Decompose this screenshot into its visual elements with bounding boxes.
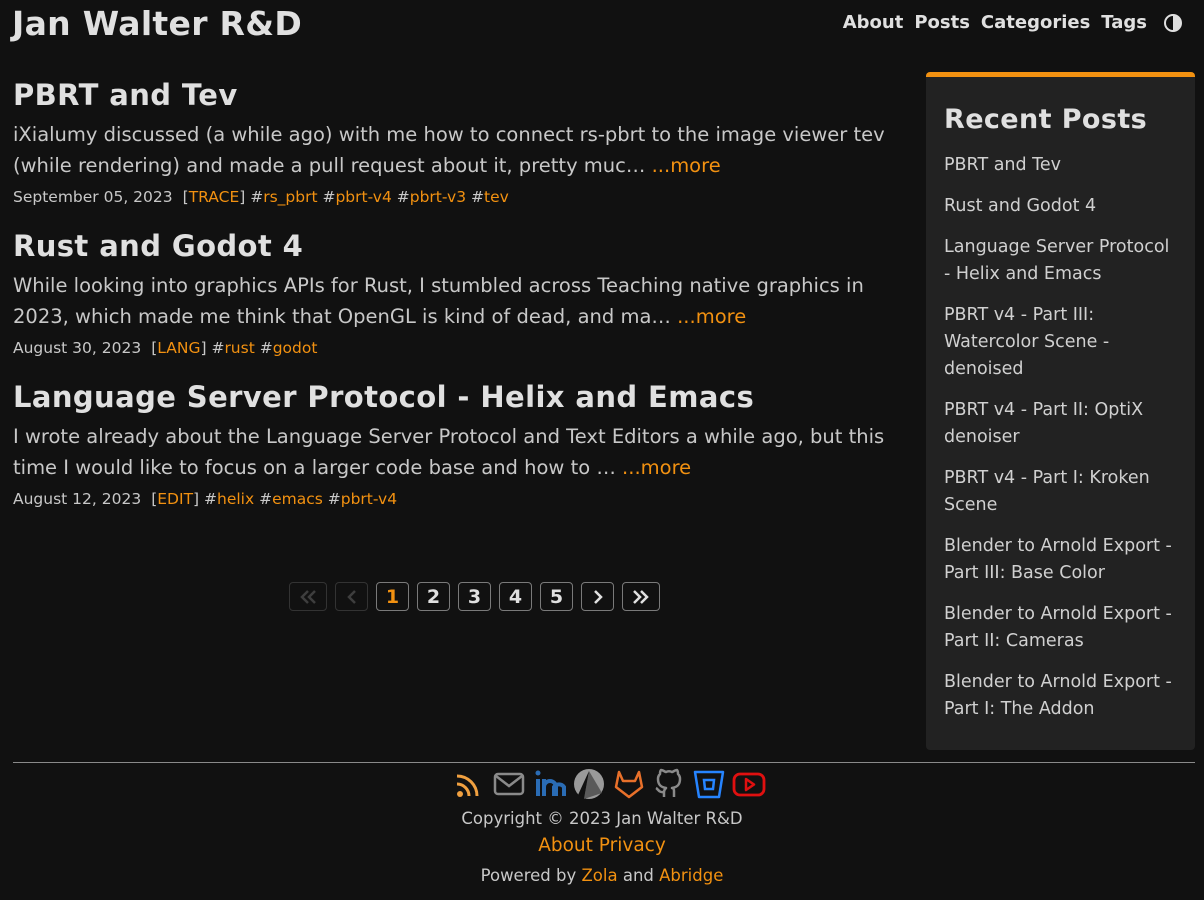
post-title-link[interactable]: Language Server Protocol - Helix and Ema… bbox=[13, 380, 754, 414]
post-tag[interactable]: pbrt-v3 bbox=[410, 188, 466, 206]
post-title-link[interactable]: PBRT and Tev bbox=[13, 78, 238, 112]
pagination: 1 2 3 4 5 bbox=[289, 582, 660, 611]
github-icon[interactable] bbox=[652, 767, 686, 801]
mastodon-icon[interactable] bbox=[572, 767, 606, 801]
recent-post-item: PBRT and Tev bbox=[944, 152, 1177, 179]
powered-by: Powered by Zola and Abridge bbox=[0, 866, 1204, 885]
powered-prefix: Powered by bbox=[480, 866, 577, 885]
post-tag[interactable]: rs_pbrt bbox=[263, 188, 317, 206]
post-meta: August 12, 2023 [EDIT] #helix #emacs #pbr… bbox=[13, 490, 398, 508]
read-more-link[interactable]: ...more bbox=[622, 456, 691, 479]
abridge-link[interactable]: Abridge bbox=[659, 866, 723, 885]
post-summary: I wrote already about the Language Serve… bbox=[13, 422, 918, 483]
nav-tags[interactable]: Tags bbox=[1101, 12, 1147, 33]
chevron-left-icon bbox=[346, 589, 356, 604]
first-page-button[interactable] bbox=[289, 582, 327, 611]
footer-divider bbox=[13, 762, 1195, 763]
post-summary: iXialumy discussed (a while ago) with me… bbox=[13, 120, 918, 181]
post-title: PBRT and Tev bbox=[13, 76, 918, 114]
recent-post-item: Language Server Protocol - Helix and Ema… bbox=[944, 234, 1177, 288]
double-chevron-right-icon bbox=[633, 589, 649, 604]
post-category[interactable]: EDIT bbox=[157, 490, 193, 508]
zola-link[interactable]: Zola bbox=[582, 866, 618, 885]
youtube-icon[interactable] bbox=[732, 767, 766, 801]
recent-post-link[interactable]: Language Server Protocol - Helix and Ema… bbox=[944, 237, 1169, 284]
post-title: Language Server Protocol - Helix and Ema… bbox=[13, 378, 918, 416]
sidebar-heading: Recent Posts bbox=[944, 104, 1148, 135]
page-button-2[interactable]: 2 bbox=[417, 582, 450, 611]
post-meta: August 30, 2023 [LANG] #rust #godot bbox=[13, 339, 318, 357]
double-chevron-left-icon bbox=[300, 589, 316, 604]
recent-post-link[interactable]: PBRT v4 - Part II: OptiX denoiser bbox=[944, 400, 1143, 447]
recent-posts-sidebar: Recent Posts PBRT and Tev Rust and Godot… bbox=[926, 72, 1195, 750]
post-category[interactable]: LANG bbox=[157, 339, 200, 357]
footer-links: About Privacy bbox=[0, 835, 1204, 856]
post-item: Language Server Protocol - Helix and Ema… bbox=[13, 378, 918, 509]
post-list: PBRT and Tev iXialumy discussed (a while… bbox=[13, 72, 918, 529]
post-item: PBRT and Tev iXialumy discussed (a while… bbox=[13, 76, 918, 207]
footer-privacy-link[interactable]: Privacy bbox=[599, 835, 666, 856]
recent-post-link[interactable]: Blender to Arnold Export - Part III: Bas… bbox=[944, 536, 1172, 583]
nav-posts[interactable]: Posts bbox=[914, 12, 970, 33]
post-tag[interactable]: pbrt-v4 bbox=[335, 188, 391, 206]
recent-post-item: PBRT v4 - Part I: Kroken Scene bbox=[944, 465, 1177, 519]
post-item: Rust and Godot 4 While looking into grap… bbox=[13, 227, 918, 358]
last-page-button[interactable] bbox=[622, 582, 660, 611]
copyright-text: Copyright © 2023 Jan Walter R&D bbox=[461, 809, 743, 828]
page-button-5[interactable]: 5 bbox=[540, 582, 573, 611]
gitlab-icon[interactable] bbox=[612, 767, 646, 801]
social-links bbox=[452, 767, 766, 801]
recent-post-item: Blender to Arnold Export - Part II: Came… bbox=[944, 601, 1177, 655]
post-tag[interactable]: emacs bbox=[272, 490, 323, 508]
page-button-1[interactable]: 1 bbox=[376, 582, 409, 611]
post-tag[interactable]: helix bbox=[217, 490, 254, 508]
post-tag[interactable]: pbrt-v4 bbox=[341, 490, 397, 508]
read-more-link[interactable]: ...more bbox=[677, 305, 746, 328]
post-date: August 30, 2023 bbox=[13, 339, 142, 357]
page-button-4[interactable]: 4 bbox=[499, 582, 532, 611]
post-summary-text: I wrote already about the Language Serve… bbox=[13, 425, 885, 479]
next-page-button[interactable] bbox=[581, 582, 614, 611]
post-title: Rust and Godot 4 bbox=[13, 227, 918, 265]
recent-post-link[interactable]: Rust and Godot 4 bbox=[944, 196, 1096, 216]
post-tag[interactable]: rust bbox=[224, 339, 254, 357]
recent-post-item: Blender to Arnold Export - Part I: The A… bbox=[944, 669, 1177, 723]
nav-about[interactable]: About bbox=[843, 12, 904, 33]
post-date: August 12, 2023 bbox=[13, 490, 142, 508]
recent-post-link[interactable]: PBRT v4 - Part I: Kroken Scene bbox=[944, 468, 1150, 515]
recent-post-item: PBRT v4 - Part III: Watercolor Scene - d… bbox=[944, 302, 1177, 383]
nav-categories[interactable]: Categories bbox=[981, 12, 1090, 33]
recent-post-link[interactable]: Blender to Arnold Export - Part II: Came… bbox=[944, 604, 1172, 651]
theme-toggle-contrast-icon[interactable] bbox=[1164, 14, 1182, 32]
email-icon[interactable] bbox=[492, 767, 526, 801]
post-meta: September 05, 2023 [TRACE] #rs_pbrt #pbrt… bbox=[13, 188, 509, 206]
powered-and: and bbox=[622, 866, 654, 885]
recent-post-item: PBRT v4 - Part II: OptiX denoiser bbox=[944, 397, 1177, 451]
linkedin-icon[interactable] bbox=[532, 767, 566, 801]
recent-post-link[interactable]: PBRT v4 - Part III: Watercolor Scene - d… bbox=[944, 305, 1109, 379]
page-button-3[interactable]: 3 bbox=[458, 582, 491, 611]
post-category[interactable]: TRACE bbox=[189, 188, 240, 206]
recent-post-item: Blender to Arnold Export - Part III: Bas… bbox=[944, 533, 1177, 587]
post-date: September 05, 2023 bbox=[13, 188, 173, 206]
recent-post-link[interactable]: Blender to Arnold Export - Part I: The A… bbox=[944, 672, 1172, 719]
prev-page-button[interactable] bbox=[335, 582, 368, 611]
chevron-right-icon bbox=[593, 589, 603, 604]
footer-about-link[interactable]: About bbox=[538, 835, 593, 856]
main-nav: About Posts Categories Tags bbox=[843, 12, 1182, 33]
read-more-link[interactable]: ...more bbox=[652, 154, 721, 177]
post-summary: While looking into graphics APIs for Rus… bbox=[13, 271, 918, 332]
post-tag[interactable]: godot bbox=[273, 339, 318, 357]
rss-icon[interactable] bbox=[452, 767, 486, 801]
bitbucket-icon[interactable] bbox=[692, 767, 726, 801]
recent-posts-list: PBRT and Tev Rust and Godot 4 Language S… bbox=[944, 152, 1177, 723]
recent-post-item: Rust and Godot 4 bbox=[944, 193, 1177, 220]
site-title[interactable]: Jan Walter R&D bbox=[12, 4, 302, 43]
recent-post-link[interactable]: PBRT and Tev bbox=[944, 155, 1061, 175]
post-title-link[interactable]: Rust and Godot 4 bbox=[13, 229, 303, 263]
post-summary-text: iXialumy discussed (a while ago) with me… bbox=[13, 123, 885, 177]
post-tag[interactable]: tev bbox=[484, 188, 509, 206]
